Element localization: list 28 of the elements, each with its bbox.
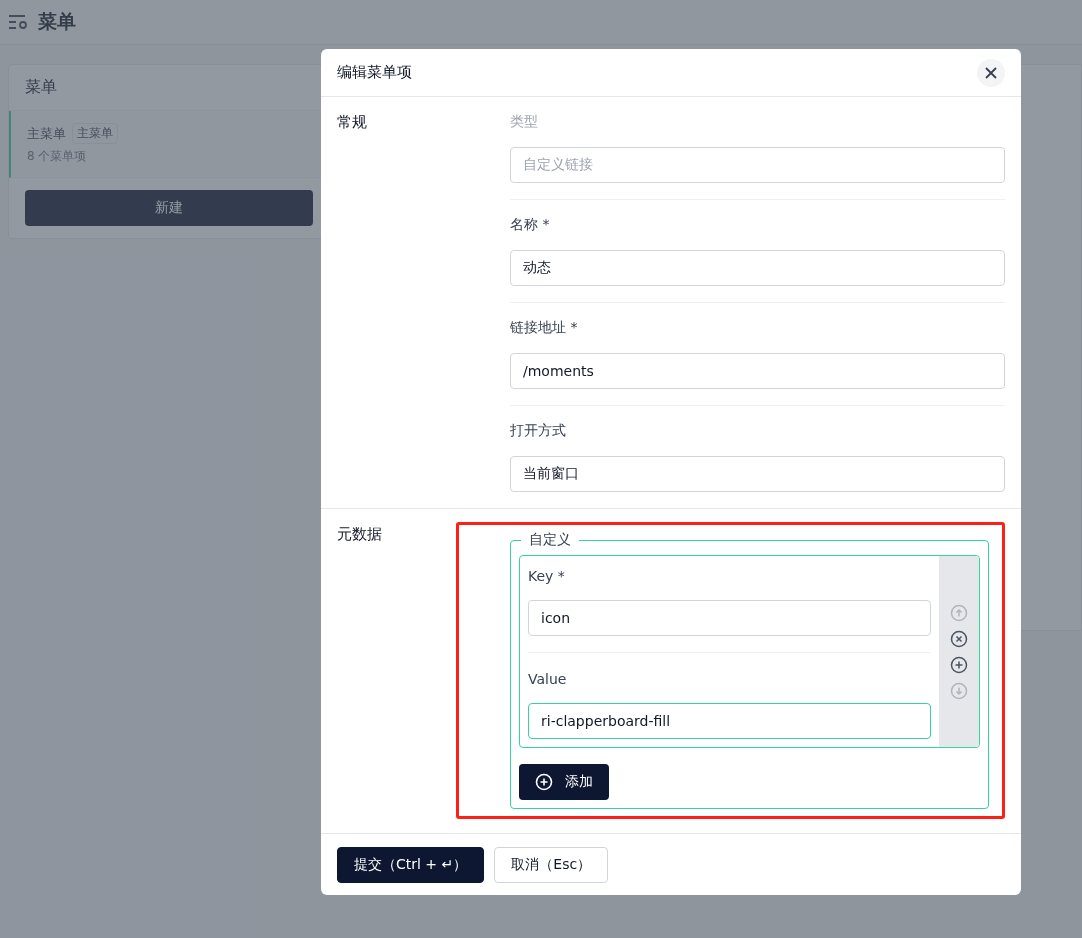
close-icon [985,66,997,79]
field-label: Value [528,671,568,687]
input-field[interactable]: /moments [510,353,1005,389]
menu-name: 主菜单 [27,124,66,143]
section-title: 元数据 [337,525,382,543]
field-label: 名称 * [510,216,551,234]
page-title: 菜单 [38,9,76,34]
field-label: 打开方式 [510,422,567,440]
field-label: Key * [528,568,566,584]
input-field[interactable]: icon [528,600,931,636]
input-field[interactable]: ri-clapperboard-fill [528,703,931,739]
dialog-title: 编辑菜单项 [337,63,412,82]
field-label: 链接地址 * [510,319,579,337]
menu-settings-icon [8,13,30,31]
cancel-button[interactable]: 取消（Esc） [494,846,609,883]
menu-tag: 主菜单 [72,123,118,144]
close-button[interactable] [977,58,1005,87]
fieldset-legend: 自定义 [521,531,579,549]
new-button[interactable]: 新建 [25,190,313,226]
section-title: 常规 [337,113,367,131]
add-button[interactable]: 添加 [519,764,609,800]
plus-circle-icon [535,773,553,791]
field-label: 类型 [510,113,539,131]
submit-button[interactable]: 提交（Ctrl + ↵） [337,846,485,883]
plus-circle-icon[interactable] [950,655,968,674]
remove-circle-icon[interactable] [950,629,968,648]
input-field[interactable]: 动态 [510,250,1005,286]
input-field[interactable]: 当前窗口 [510,456,1005,492]
